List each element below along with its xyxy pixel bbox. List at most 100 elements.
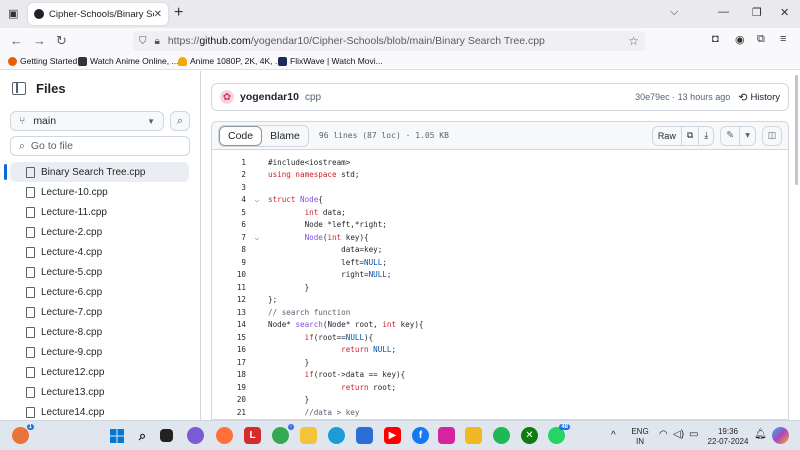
commit-message[interactable]: cpp <box>305 92 321 103</box>
file-item[interactable]: Lecture-10.cpp <box>0 182 189 202</box>
chrome-icon[interactable]: · <box>272 424 294 444</box>
tab-blame[interactable]: Blame <box>262 126 308 146</box>
bookmark-flixwave[interactable]: FlixWave | Watch Movi... <box>278 56 383 66</box>
line-number[interactable]: 18 <box>212 370 246 379</box>
go-to-file-input[interactable]: ⌕ Go to file <box>10 136 190 156</box>
instagram-icon[interactable] <box>438 427 455 444</box>
history-button[interactable]: ⟲ History <box>738 91 780 104</box>
whatsapp-icon[interactable]: 48 <box>548 424 570 444</box>
start-windows-icon[interactable] <box>108 427 125 444</box>
file-explorer-icon[interactable] <box>300 427 317 444</box>
bookmark-getting-started[interactable]: Getting Started <box>8 56 77 66</box>
tab-close-icon[interactable]: ✕ <box>154 9 162 20</box>
xbox-icon[interactable]: ✕ <box>521 427 538 444</box>
avatar[interactable]: ✿ <box>220 90 234 104</box>
caret-down-icon[interactable]: ▾ <box>740 127 755 145</box>
file-item[interactable]: Lecture-8.cpp <box>0 322 189 342</box>
page-scrollbar[interactable] <box>795 75 798 185</box>
extensions-icon[interactable]: ⧉ <box>757 33 765 46</box>
firefox-icon[interactable] <box>216 427 233 444</box>
line-number[interactable]: 16 <box>212 345 246 354</box>
symbols-panel-icon[interactable]: ◫ <box>762 125 782 146</box>
line-number[interactable]: 11 <box>212 283 246 292</box>
minimize-icon[interactable]: — <box>718 6 729 18</box>
fold-chevron-icon[interactable]: ⌵ <box>246 195 268 204</box>
file-item[interactable]: Lecture-5.cpp <box>0 262 189 282</box>
close-window-icon[interactable]: ✕ <box>780 6 789 19</box>
notification-bell-icon[interactable]: 🔔︎ <box>754 429 767 440</box>
url-bar[interactable]: ⛉ 🔒︎ https://github.com/yogendar10/Ciphe… <box>133 31 645 51</box>
restore-icon[interactable]: ❐ <box>752 6 762 19</box>
search-icon[interactable]: ⌕ <box>134 427 151 444</box>
edit-pencil-icon[interactable]: ✎ <box>721 126 741 145</box>
forward-icon[interactable]: → <box>33 33 46 48</box>
tab-code[interactable]: Code <box>219 125 263 146</box>
code-lines[interactable]: 1 #include<iostream> 2 using namespace std;… <box>212 156 788 419</box>
line-number[interactable]: 6 <box>212 220 246 229</box>
volume-icon[interactable]: ◁) <box>673 429 684 440</box>
bookmark-star-icon[interactable]: ☆ <box>628 34 639 48</box>
file-item[interactable]: Lecture-11.cpp <box>0 202 189 222</box>
download-icon[interactable]: ⤓ <box>699 127 713 145</box>
shield-icon[interactable]: ⛉ <box>139 36 147 47</box>
edge-icon[interactable] <box>328 427 345 444</box>
commit-author[interactable]: yogendar10 <box>240 91 299 103</box>
photos-icon[interactable] <box>465 427 482 444</box>
file-item[interactable]: Lecture-7.cpp <box>0 302 189 322</box>
bookmark-watch-anime[interactable]: Watch Anime Online, ... <box>78 56 179 66</box>
copilot-color-icon[interactable] <box>772 427 789 444</box>
youtube-icon[interactable]: ▶ <box>384 427 401 444</box>
file-item[interactable]: Lecture-4.cpp <box>0 242 189 262</box>
copilot-icon[interactable] <box>187 427 204 444</box>
task-view-icon[interactable] <box>160 429 173 442</box>
line-number[interactable]: 12 <box>212 295 246 304</box>
tab-overview-icon[interactable]: ▣ <box>8 7 18 20</box>
search-button[interactable]: ⌕ <box>170 111 190 131</box>
line-number[interactable]: 5 <box>212 208 246 217</box>
copy-icon[interactable]: ⧉ <box>682 126 700 145</box>
browser-tab[interactable]: Cipher-Schools/Binary Search Tr ✕ <box>28 3 168 25</box>
new-tab-icon[interactable]: + <box>174 4 183 22</box>
line-number[interactable]: 4 <box>212 195 246 204</box>
menu-icon[interactable]: ≡ <box>780 33 786 45</box>
battery-icon[interactable]: ▭ <box>689 429 698 440</box>
file-item[interactable]: Binary Search Tree.cpp <box>4 162 189 182</box>
line-number[interactable]: 19 <box>212 383 246 392</box>
language-indicator[interactable]: ENG IN <box>630 427 650 447</box>
raw-button[interactable]: Raw <box>653 126 682 145</box>
line-number[interactable]: 1 <box>212 158 246 167</box>
line-number[interactable]: 14 <box>212 320 246 329</box>
collapse-pane-icon[interactable] <box>12 82 26 95</box>
commit-meta[interactable]: 30e79ec · 13 hours ago <box>635 92 730 102</box>
fold-chevron-icon[interactable]: ⌵ <box>246 233 268 242</box>
facebook-icon[interactable]: f <box>412 427 429 444</box>
back-icon[interactable]: ← <box>10 33 23 48</box>
bookmark-anime-1080p[interactable]: Anime 1080P, 2K, 4K, ... <box>178 56 282 66</box>
file-item[interactable]: Lecture-6.cpp <box>0 282 189 302</box>
tab-list-chevron-icon[interactable]: ⌵ <box>670 6 678 19</box>
wifi-icon[interactable]: ◠ <box>659 429 668 440</box>
weather-widget-icon[interactable]: 1 <box>12 424 34 444</box>
file-item[interactable]: Lecture12.cpp <box>0 362 189 382</box>
lock-icon[interactable]: 🔒︎ <box>155 36 160 47</box>
file-item[interactable]: Lecture13.cpp <box>0 382 189 402</box>
file-item[interactable]: Lecture-9.cpp <box>0 342 189 362</box>
line-number[interactable]: 2 <box>212 170 246 179</box>
show-hidden-icons-icon[interactable]: ^ <box>611 430 616 441</box>
reload-icon[interactable]: ↻ <box>56 33 67 49</box>
line-number[interactable]: 21 <box>212 408 246 417</box>
pocket-icon[interactable]: ◘ <box>712 33 719 45</box>
branch-selector[interactable]: ⑂ main ▼ <box>10 111 164 131</box>
lecture-app-icon[interactable]: L <box>244 427 261 444</box>
spotify-icon[interactable] <box>493 427 510 444</box>
line-number[interactable]: 7 <box>212 233 246 242</box>
line-number[interactable]: 8 <box>212 245 246 254</box>
store-icon[interactable] <box>356 427 373 444</box>
file-item[interactable]: Lecture-2.cpp <box>0 222 189 242</box>
line-number[interactable]: 13 <box>212 308 246 317</box>
line-number[interactable]: 17 <box>212 358 246 367</box>
line-number[interactable]: 3 <box>212 183 246 192</box>
file-item[interactable]: Lecture14.cpp <box>0 402 189 422</box>
account-icon[interactable]: ◉ <box>735 33 745 46</box>
line-number[interactable]: 9 <box>212 258 246 267</box>
